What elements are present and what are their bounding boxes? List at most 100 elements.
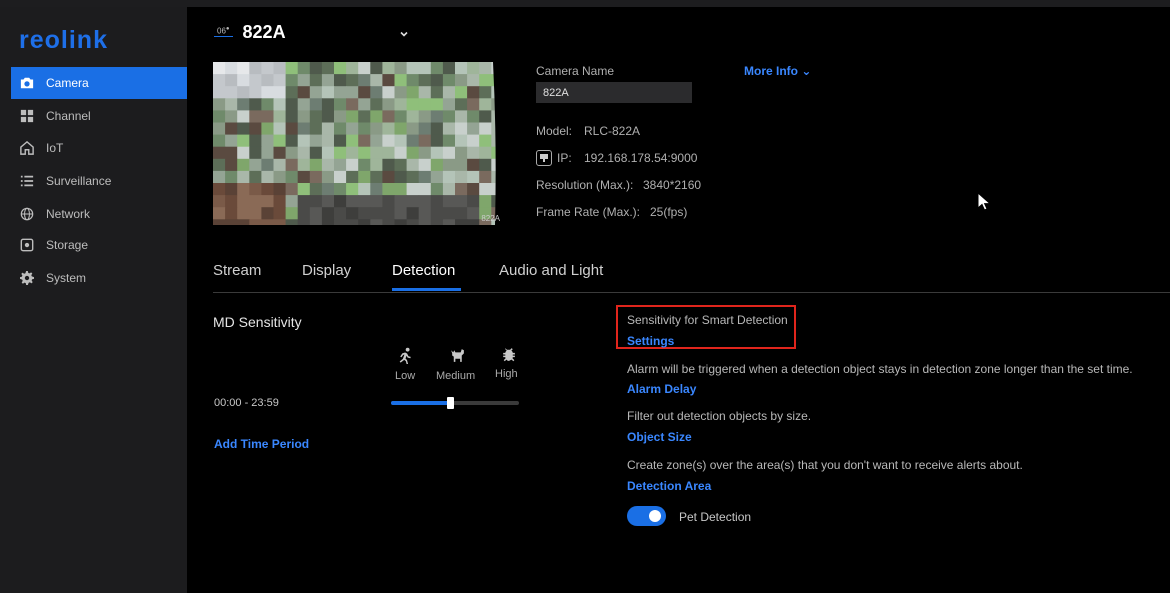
chevron-down-icon[interactable] — [398, 28, 410, 40]
mosaic-tile — [418, 122, 432, 136]
pet-detection-label: Pet Detection — [679, 510, 752, 524]
mosaic-tile — [297, 183, 311, 196]
mosaic-tile — [479, 122, 492, 136]
mosaic-tile — [370, 122, 383, 136]
mosaic-tile — [394, 195, 408, 208]
mosaic-tile — [285, 62, 299, 75]
mosaic-tile — [273, 207, 287, 220]
mosaic-tile — [358, 158, 371, 172]
mosaic-tile — [334, 183, 347, 196]
mosaic-tile — [358, 122, 371, 136]
mosaic-tile — [297, 170, 311, 184]
mosaic-tile — [237, 98, 250, 111]
sidebar-item-iot[interactable]: IoT — [11, 132, 187, 164]
mosaic-tile — [285, 134, 299, 148]
mosaic-tile — [382, 207, 395, 220]
mosaic-tile — [321, 122, 335, 136]
mosaic-tile — [455, 134, 468, 148]
sidebar-item-label: Surveillance — [46, 174, 112, 188]
mosaic-tile — [467, 207, 480, 220]
mosaic-tile — [309, 98, 323, 111]
mosaic-tile — [467, 110, 480, 123]
mosaic-tile — [455, 98, 468, 111]
mosaic-tile — [249, 62, 262, 75]
sidebar-item-label: IoT — [46, 141, 64, 155]
sidebar-item-storage[interactable]: Storage — [11, 229, 187, 261]
mosaic-tile — [321, 170, 335, 184]
mosaic-tile — [479, 86, 492, 99]
resolution-value: 3840*2160 — [643, 178, 702, 192]
sidebar-item-camera[interactable]: Camera — [11, 67, 187, 99]
mosaic-tile — [249, 158, 262, 172]
mosaic-tile — [346, 183, 359, 196]
mosaic-tile — [237, 183, 250, 196]
mosaic-tile — [455, 122, 468, 136]
sensitivity-slider-handle[interactable] — [446, 397, 454, 409]
mosaic-tile — [225, 122, 238, 136]
mosaic-tile — [285, 110, 299, 123]
mosaic-tile — [370, 62, 383, 75]
sidebar-item-network[interactable]: Network — [11, 198, 187, 230]
object-size-description: Filter out detection objects by size. — [627, 409, 812, 423]
mosaic-tile — [370, 207, 383, 220]
mosaic-tile — [334, 122, 347, 136]
mosaic-tile — [406, 86, 420, 99]
camera-name-label: Camera Name — [536, 64, 615, 78]
mosaic-tile — [273, 110, 287, 123]
active-tab-indicator — [392, 288, 461, 291]
object-size-link[interactable]: Object Size — [627, 430, 692, 444]
mosaic-tile — [321, 134, 335, 148]
mosaic-tile — [430, 195, 444, 208]
tab-display[interactable]: Display — [302, 262, 351, 292]
mosaic-tile — [213, 98, 226, 111]
detection-area-link[interactable]: Detection Area — [627, 479, 711, 493]
mosaic-tile — [213, 110, 226, 123]
mosaic-tile — [309, 158, 323, 172]
add-time-period-link[interactable]: Add Time Period — [214, 437, 309, 451]
gear-icon — [20, 271, 34, 285]
sidebar-item-system[interactable]: System — [11, 262, 187, 294]
storage-icon — [20, 238, 34, 252]
mosaic-tile — [394, 219, 408, 225]
mosaic-tile — [394, 158, 408, 172]
mosaic-tile — [394, 134, 408, 148]
mosaic-tile — [346, 62, 359, 75]
running-person-icon — [397, 347, 414, 369]
mosaic-tile — [382, 183, 395, 196]
alarm-delay-link[interactable]: Alarm Delay — [627, 382, 696, 396]
mosaic-tile — [418, 74, 432, 87]
mosaic-tile — [261, 219, 274, 225]
sidebar-item-surveillance[interactable]: Surveillance — [11, 165, 187, 197]
mosaic-tile — [442, 74, 456, 87]
mosaic-tile — [309, 110, 323, 123]
mosaic-tile — [249, 122, 262, 136]
mosaic-tile — [418, 146, 432, 160]
mosaic-tile — [418, 110, 432, 123]
mosaic-tile — [261, 183, 274, 196]
mosaic-tile — [370, 219, 383, 225]
mosaic-tile — [358, 219, 371, 225]
mosaic-tile — [237, 219, 250, 225]
sidebar-item-label: Channel — [46, 109, 91, 123]
sensitivity-high-label: High — [495, 368, 518, 380]
tab-stream[interactable]: Stream — [213, 262, 261, 292]
more-info-link[interactable]: More Info ⌄ — [744, 64, 811, 78]
camera-icon — [20, 76, 34, 90]
pet-detection-toggle[interactable] — [627, 506, 666, 526]
mosaic-tile — [297, 146, 311, 160]
mosaic-tile — [467, 170, 480, 184]
mosaic-tile — [285, 158, 299, 172]
mosaic-tile — [225, 207, 238, 220]
sidebar-item-channel[interactable]: Channel — [11, 100, 187, 132]
mosaic-tile — [406, 134, 420, 148]
detection-area-description: Create zone(s) over the area(s) that you… — [627, 458, 1023, 472]
mosaic-tile — [273, 170, 287, 184]
settings-link[interactable]: Settings — [627, 334, 674, 348]
camera-name-input[interactable] — [536, 82, 692, 103]
resolution-label: Resolution (Max.): — [536, 178, 634, 192]
mosaic-tile — [370, 158, 383, 172]
mosaic-tile — [418, 158, 432, 172]
tab-audio-and-light[interactable]: Audio and Light — [499, 262, 603, 292]
camera-header[interactable]: 06● 822A — [214, 22, 286, 43]
mosaic-tile — [442, 98, 456, 111]
